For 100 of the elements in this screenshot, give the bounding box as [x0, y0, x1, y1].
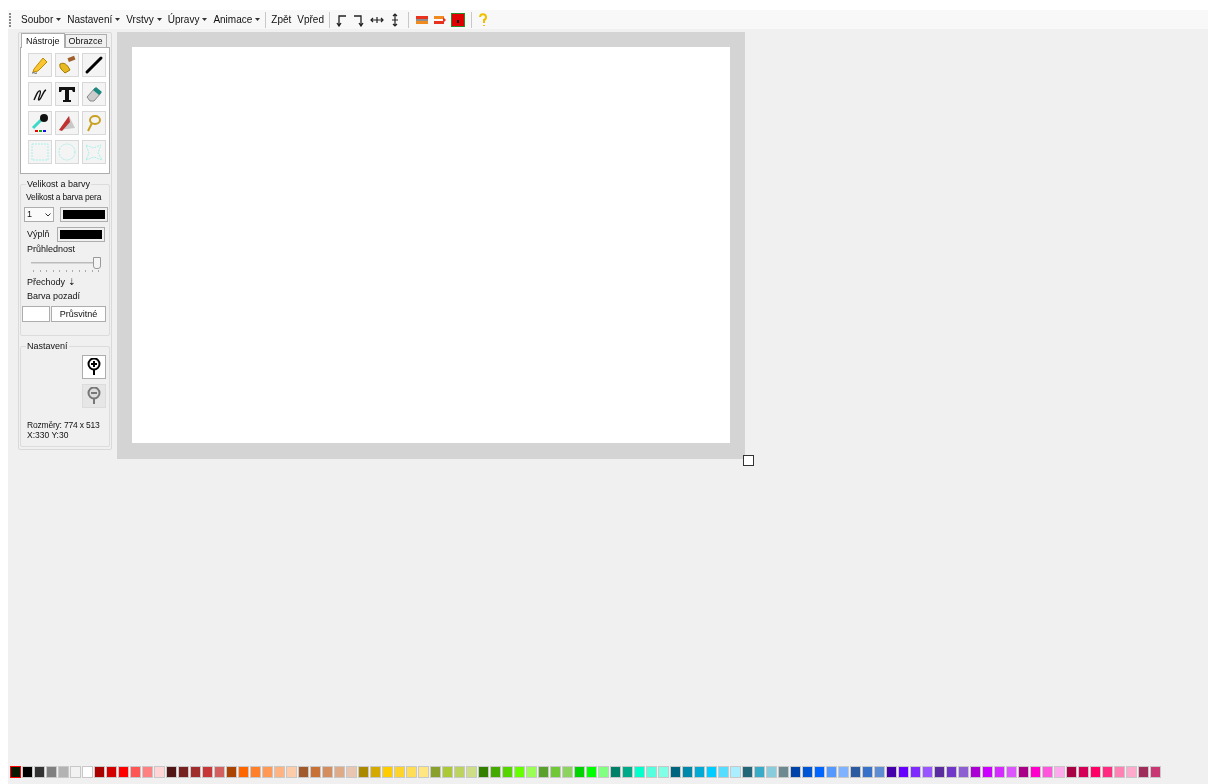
pen-color-button[interactable] [60, 207, 108, 222]
palette-swatch[interactable] [1114, 766, 1125, 778]
palette-swatch[interactable] [1078, 766, 1089, 778]
palette-swatch[interactable] [1102, 766, 1113, 778]
palette-swatch[interactable] [34, 766, 45, 778]
palette-swatch[interactable] [1138, 766, 1149, 778]
palette-swatch[interactable] [346, 766, 357, 778]
palette-swatch[interactable] [658, 766, 669, 778]
palette-swatch[interactable] [478, 766, 489, 778]
palette-swatch[interactable] [430, 766, 441, 778]
palette-swatch[interactable] [142, 766, 153, 778]
palette-swatch[interactable] [154, 766, 165, 778]
palette-swatch[interactable] [826, 766, 837, 778]
palette-swatch[interactable] [634, 766, 645, 778]
palette-swatch[interactable] [118, 766, 129, 778]
rotate-right-icon[interactable] [352, 12, 366, 27]
palette-swatch[interactable] [70, 766, 81, 778]
toolbar-button[interactable]: Zpět [268, 12, 295, 27]
palette-swatch[interactable] [202, 766, 213, 778]
gradients-toggle[interactable]: Přechody ⇣ [21, 277, 109, 288]
transparent-button[interactable]: Průsvitné [51, 306, 106, 322]
palette-swatch[interactable] [574, 766, 585, 778]
palette-swatch[interactable] [394, 766, 405, 778]
palette-swatch[interactable] [754, 766, 765, 778]
palette-swatch[interactable] [838, 766, 849, 778]
palette-swatch[interactable] [106, 766, 117, 778]
menu-button[interactable]: Animace [210, 12, 264, 27]
pen-size-select[interactable]: 1 [24, 207, 54, 222]
palette-swatch[interactable] [1066, 766, 1077, 778]
palette-swatch[interactable] [22, 766, 33, 778]
palette-swatch[interactable] [1018, 766, 1029, 778]
palette-swatch[interactable] [502, 766, 513, 778]
palette-swatch[interactable] [94, 766, 105, 778]
palette-swatch[interactable] [178, 766, 189, 778]
palette-swatch[interactable] [598, 766, 609, 778]
menu-button[interactable]: Soubor [18, 12, 65, 27]
help-icon[interactable] [478, 12, 488, 27]
palette-swatch[interactable] [934, 766, 945, 778]
palette-swatch[interactable] [994, 766, 1005, 778]
tool-button[interactable] [28, 111, 52, 135]
palette-swatch[interactable] [922, 766, 933, 778]
palette-swatch[interactable] [694, 766, 705, 778]
menu-button[interactable]: Úpravy [164, 12, 211, 27]
palette-swatch[interactable] [442, 766, 453, 778]
palette-swatch[interactable] [646, 766, 657, 778]
menu-button[interactable]: Nastavení [64, 12, 124, 27]
zoom-in-button[interactable] [82, 355, 106, 379]
palette-swatch[interactable] [322, 766, 333, 778]
palette-swatch[interactable] [238, 766, 249, 778]
palette-swatch[interactable] [730, 766, 741, 778]
layer-color-icon[interactable] [451, 12, 465, 27]
palette-swatch[interactable] [226, 766, 237, 778]
palette-swatch[interactable] [10, 766, 21, 778]
palette-swatch[interactable] [970, 766, 981, 778]
palette-swatch[interactable] [946, 766, 957, 778]
palette-swatch[interactable] [58, 766, 69, 778]
tool-button[interactable] [28, 82, 52, 106]
resize-handle[interactable] [743, 455, 754, 466]
palette-swatch[interactable] [790, 766, 801, 778]
palette-swatch[interactable] [706, 766, 717, 778]
palette-swatch[interactable] [262, 766, 273, 778]
palette-swatch[interactable] [898, 766, 909, 778]
palette-swatch[interactable] [910, 766, 921, 778]
palette-swatch[interactable] [886, 766, 897, 778]
tool-button[interactable] [82, 53, 106, 77]
fill-color-button[interactable] [57, 227, 105, 242]
palette-swatch[interactable] [370, 766, 381, 778]
palette-swatch[interactable] [310, 766, 321, 778]
palette-swatch[interactable] [130, 766, 141, 778]
toolbar-button[interactable]: Vpřed [294, 12, 327, 27]
palette-swatch[interactable] [1054, 766, 1065, 778]
palette-swatch[interactable] [958, 766, 969, 778]
palette-swatch[interactable] [814, 766, 825, 778]
palette-swatch[interactable] [190, 766, 201, 778]
palette-swatch[interactable] [562, 766, 573, 778]
palette-swatch[interactable] [250, 766, 261, 778]
tab[interactable]: Obrazce [64, 34, 107, 47]
palette-swatch[interactable] [538, 766, 549, 778]
palette-swatch[interactable] [1126, 766, 1137, 778]
palette-swatch[interactable] [526, 766, 537, 778]
rotate-left-icon[interactable] [334, 12, 348, 27]
opacity-slider[interactable] [31, 257, 101, 273]
palette-swatch[interactable] [862, 766, 873, 778]
palette-swatch[interactable] [466, 766, 477, 778]
palette-swatch[interactable] [334, 766, 345, 778]
palette-swatch[interactable] [298, 766, 309, 778]
palette-swatch[interactable] [382, 766, 393, 778]
palette-swatch[interactable] [718, 766, 729, 778]
palette-swatch[interactable] [358, 766, 369, 778]
palette-swatch[interactable] [1150, 766, 1161, 778]
palette-swatch[interactable] [766, 766, 777, 778]
palette-swatch[interactable] [418, 766, 429, 778]
tool-button[interactable] [55, 82, 79, 106]
palette-swatch[interactable] [82, 766, 93, 778]
palette-swatch[interactable] [670, 766, 681, 778]
palette-swatch[interactable] [742, 766, 753, 778]
palette-swatch[interactable] [1042, 766, 1053, 778]
menu-button[interactable]: Vrstvy [123, 12, 165, 27]
palette-swatch[interactable] [778, 766, 789, 778]
palette-swatch[interactable] [850, 766, 861, 778]
